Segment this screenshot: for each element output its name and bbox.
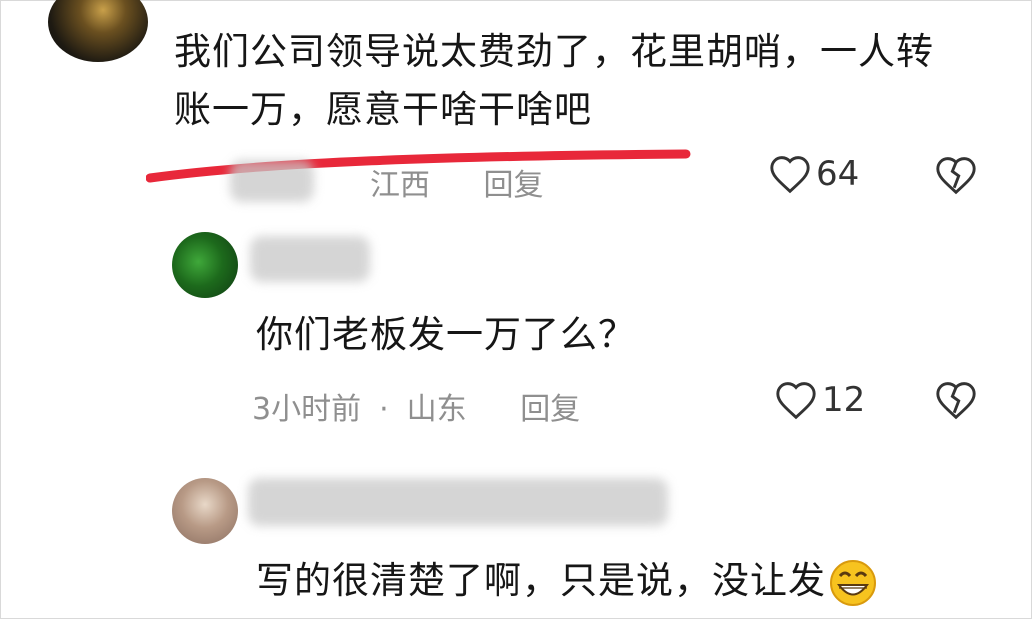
grinning-face-emoji [830,559,876,606]
comment-location: 江西 [370,168,430,203]
blurred-username [250,236,370,282]
blurred-username [248,478,668,526]
avatar[interactable] [172,478,238,544]
reply-button[interactable]: 回复 [484,168,544,203]
heart-icon [770,156,810,194]
avatar[interactable] [172,232,238,298]
meta-separator: · [379,392,389,427]
like-count: 64 [816,154,860,194]
heart-icon [776,382,816,420]
comment-text: 你们老板发一万了么？ [256,313,636,356]
broken-heart-icon[interactable] [934,380,978,420]
comment-text-body: 写的很清楚了啊，只是说，没让发 [256,559,826,602]
comment-time: 3小时前 [252,392,362,427]
blurred-username [230,160,314,202]
reply-button[interactable]: 回复 [520,392,580,427]
like-button[interactable]: 64 [768,154,859,194]
broken-heart-icon[interactable] [934,155,978,195]
like-button[interactable]: 12 [774,380,865,420]
comment-text: 写的很清楚了啊，只是说，没让发 [256,552,878,610]
comment-location: 山东 [406,392,467,427]
comment-text: 我们公司领导说太费劲了，花里胡哨，一人转账一万，愿意干啥干啥吧 [174,30,934,131]
comment-meta: 江西 回复 [370,160,544,204]
comment-meta: 3小时前 · 山东 回复 [252,384,580,428]
like-count: 12 [822,380,866,420]
